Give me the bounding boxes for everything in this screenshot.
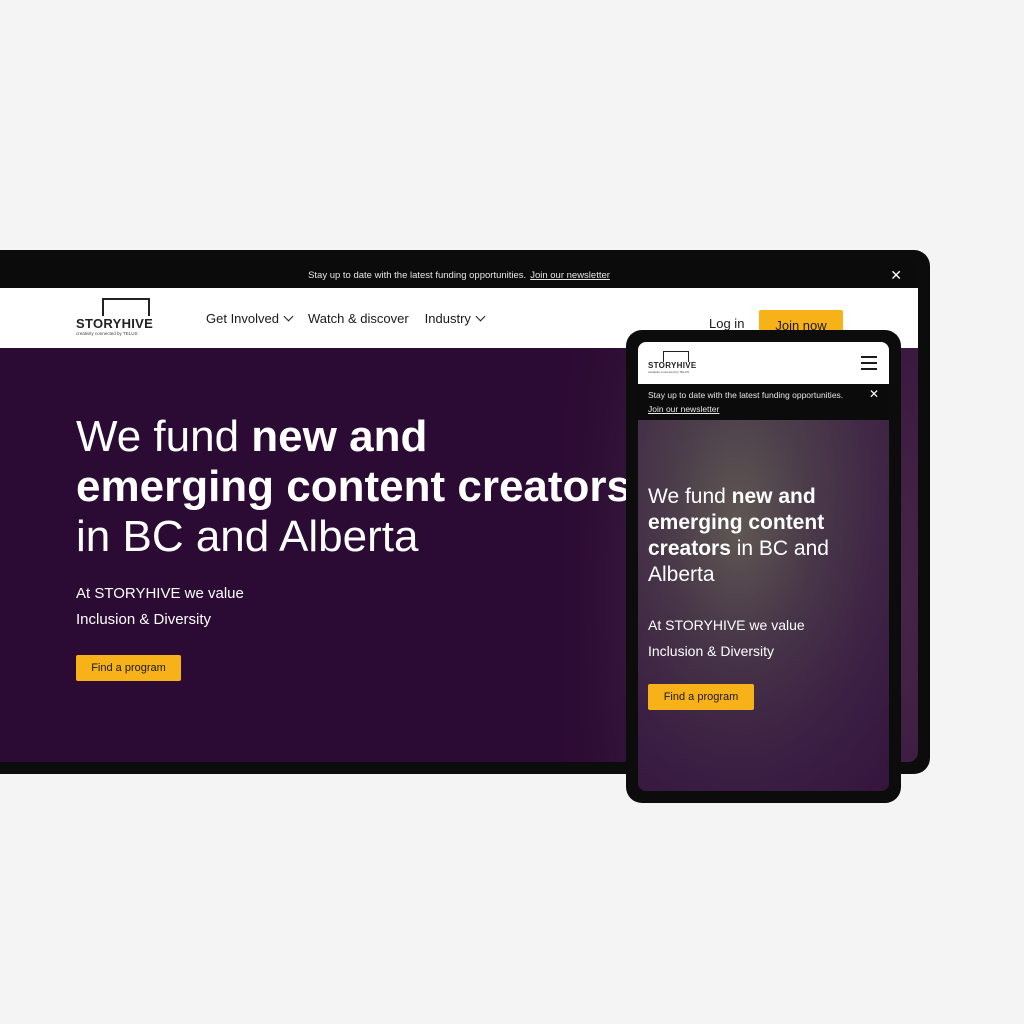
main-nav: Get Involved Watch & discover Industry bbox=[206, 288, 486, 348]
mobile-header: STORYHIVE creativity connected by TELUS bbox=[638, 342, 889, 384]
hero-section: We fund new and emerging content creator… bbox=[638, 420, 889, 791]
banner-text: Stay up to date with the latest funding … bbox=[648, 390, 844, 400]
hero-headline: We fund new and emerging content creator… bbox=[76, 412, 632, 561]
newsletter-banner: Stay up to date with the latest funding … bbox=[638, 384, 889, 420]
hero-headline: We fund new and emerging content creator… bbox=[648, 485, 829, 586]
hero-sub-line: At STORYHIVE we value bbox=[76, 585, 244, 602]
storyhive-logo[interactable]: STORYHIVE creativity connected by TELUS bbox=[76, 298, 154, 338]
nav-item-label: Get Involved bbox=[206, 310, 279, 326]
nav-item-get-involved[interactable]: Get Involved bbox=[206, 310, 294, 326]
nav-item-watch-discover[interactable]: Watch & discover bbox=[308, 311, 409, 326]
close-icon[interactable]: ✕ bbox=[869, 387, 879, 401]
find-program-button[interactable]: Find a program bbox=[76, 655, 181, 681]
newsletter-banner: Stay up to date with the latest funding … bbox=[0, 262, 918, 288]
logo-tagline: creativity connected by TELUS bbox=[648, 370, 689, 374]
mobile-device-frame: STORYHIVE creativity connected by TELUS … bbox=[626, 330, 901, 803]
storyhive-logo[interactable]: STORYHIVE creativity connected by TELUS bbox=[648, 351, 696, 375]
nav-item-industry[interactable]: Industry bbox=[424, 310, 486, 326]
hero-sub-line: Inclusion & Diversity bbox=[76, 611, 212, 628]
banner-text: Stay up to date with the latest funding … bbox=[308, 269, 527, 281]
hero-sub-line: Inclusion & Diversity bbox=[648, 643, 775, 659]
newsletter-link[interactable]: Join our newsletter bbox=[648, 404, 719, 414]
logo-speech-box bbox=[102, 298, 150, 316]
logo-wordmark: STORYHIVE bbox=[648, 361, 697, 370]
find-program-button[interactable]: Find a program bbox=[648, 684, 754, 710]
hamburger-menu-icon[interactable] bbox=[861, 356, 877, 370]
mobile-screen: STORYHIVE creativity connected by TELUS … bbox=[638, 342, 889, 791]
hero-subtext: At STORYHIVE we value Inclusion & Divers… bbox=[648, 612, 878, 664]
nav-item-label: Watch & discover bbox=[308, 310, 409, 326]
logo-tagline: creativity connected by TELUS bbox=[76, 331, 138, 336]
logo-wordmark: STORYHIVE bbox=[76, 316, 154, 331]
newsletter-link[interactable]: Join our newsletter bbox=[530, 270, 610, 281]
hero-sub-line: At STORYHIVE we value bbox=[648, 617, 805, 633]
login-link[interactable]: Log in bbox=[709, 316, 744, 331]
hero-subtext: At STORYHIVE we value Inclusion & Divers… bbox=[76, 581, 376, 633]
chevron-down-icon bbox=[475, 311, 486, 321]
close-icon[interactable]: ✕ bbox=[890, 267, 902, 283]
chevron-down-icon bbox=[283, 311, 294, 321]
nav-item-label: Industry bbox=[424, 310, 471, 326]
